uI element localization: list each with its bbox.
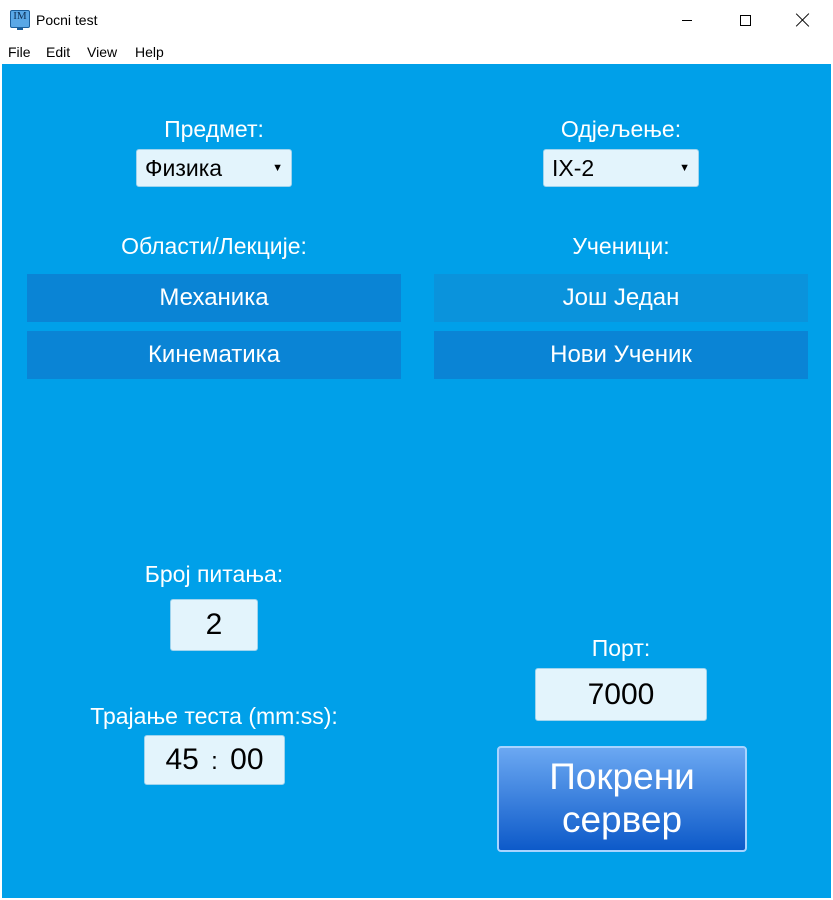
menu-help[interactable]: Help bbox=[135, 44, 164, 60]
students-label: Ученици: bbox=[572, 233, 670, 259]
minimize-button[interactable] bbox=[658, 0, 716, 40]
maximize-icon bbox=[739, 14, 751, 26]
port-label: Порт: bbox=[591, 635, 651, 661]
duration-input[interactable]: 45 : 00 bbox=[144, 735, 285, 785]
subject-label: Предмет: bbox=[164, 116, 264, 142]
topic-item[interactable]: Механика bbox=[27, 274, 401, 322]
menu-bar: File Edit View Help bbox=[0, 40, 833, 64]
port-input[interactable]: 7000 bbox=[535, 668, 707, 721]
duration-seconds: 00 bbox=[230, 743, 264, 776]
duration-separator: : bbox=[211, 748, 218, 775]
class-selected: IX-2 bbox=[552, 155, 595, 181]
start-server-button-line1: Покрени bbox=[549, 756, 695, 797]
close-button[interactable] bbox=[774, 0, 832, 40]
menu-edit[interactable]: Edit bbox=[46, 44, 70, 60]
main-panel: Предмет: Физика ▼ Одјељење: IX-2 ▼ Облас… bbox=[2, 64, 831, 898]
topic-item[interactable]: Кинематика bbox=[27, 331, 401, 379]
student-item[interactable]: Још Један bbox=[434, 274, 808, 322]
duration-minutes: 45 bbox=[165, 743, 199, 776]
class-select[interactable]: IX-2 ▼ bbox=[543, 149, 699, 187]
start-server-button[interactable]: Покрени сервер bbox=[497, 746, 747, 852]
maximize-button[interactable] bbox=[716, 0, 774, 40]
start-server-button-line2: сервер bbox=[561, 799, 683, 840]
class-label: Одјељење: bbox=[560, 116, 682, 142]
dropdown-arrow-icon: ▼ bbox=[272, 162, 283, 174]
question-count-label: Број питања: bbox=[144, 561, 284, 587]
subject-select[interactable]: Физика ▼ bbox=[136, 149, 292, 187]
close-icon bbox=[796, 13, 810, 27]
duration-label: Трајање теста (mm:ss): bbox=[90, 703, 338, 729]
menu-view[interactable]: View bbox=[87, 44, 117, 60]
title-bar: IM Pocni test bbox=[0, 0, 833, 40]
question-count-input[interactable]: 2 bbox=[170, 599, 258, 651]
minimize-icon bbox=[682, 19, 692, 21]
window-title: Pocni test bbox=[36, 12, 98, 28]
menu-file[interactable]: File bbox=[8, 44, 31, 60]
subject-selected: Физика bbox=[145, 155, 223, 181]
student-item[interactable]: Нови Ученик bbox=[434, 331, 808, 379]
dropdown-arrow-icon: ▼ bbox=[679, 162, 690, 174]
app-icon: IM bbox=[10, 10, 30, 30]
topics-label: Области/Лекције: bbox=[121, 233, 307, 259]
